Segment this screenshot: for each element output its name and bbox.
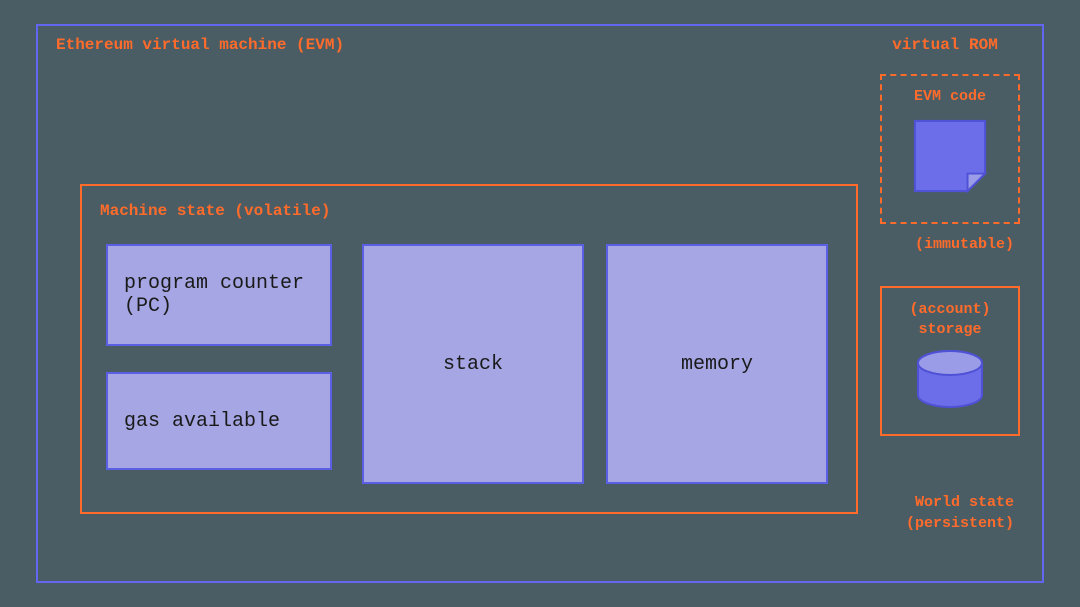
memory-box: memory (606, 244, 828, 484)
memory-label: memory (681, 353, 753, 376)
machine-state-frame: Machine state (volatile) program counter… (80, 184, 858, 514)
storage-label: (account) storage (894, 300, 1006, 339)
gas-available-label: gas available (124, 410, 280, 433)
evm-title: Ethereum virtual machine (EVM) (56, 36, 344, 54)
cylinder-icon (914, 349, 986, 411)
document-icon (911, 117, 989, 195)
gas-available-box: gas available (106, 372, 332, 470)
evm-code-label: EVM code (914, 88, 986, 105)
program-counter-box: program counter (PC) (106, 244, 332, 346)
virtual-rom-section: virtual ROM (870, 36, 1020, 54)
storage-box: (account) storage (880, 286, 1020, 436)
machine-state-title: Machine state (volatile) (100, 202, 330, 220)
virtual-rom-title: virtual ROM (870, 36, 1020, 54)
world-state-line1: World state (915, 494, 1014, 511)
program-counter-label: program counter (PC) (124, 272, 314, 318)
world-state-line2: (persistent) (906, 515, 1014, 532)
evm-outer-frame: Ethereum virtual machine (EVM) Machine s… (36, 24, 1044, 583)
rom-box: EVM code (880, 74, 1020, 224)
world-state-label: World state (persistent) (906, 492, 1014, 534)
immutable-label: (immutable) (915, 236, 1014, 253)
stack-label: stack (443, 353, 503, 376)
stack-box: stack (362, 244, 584, 484)
